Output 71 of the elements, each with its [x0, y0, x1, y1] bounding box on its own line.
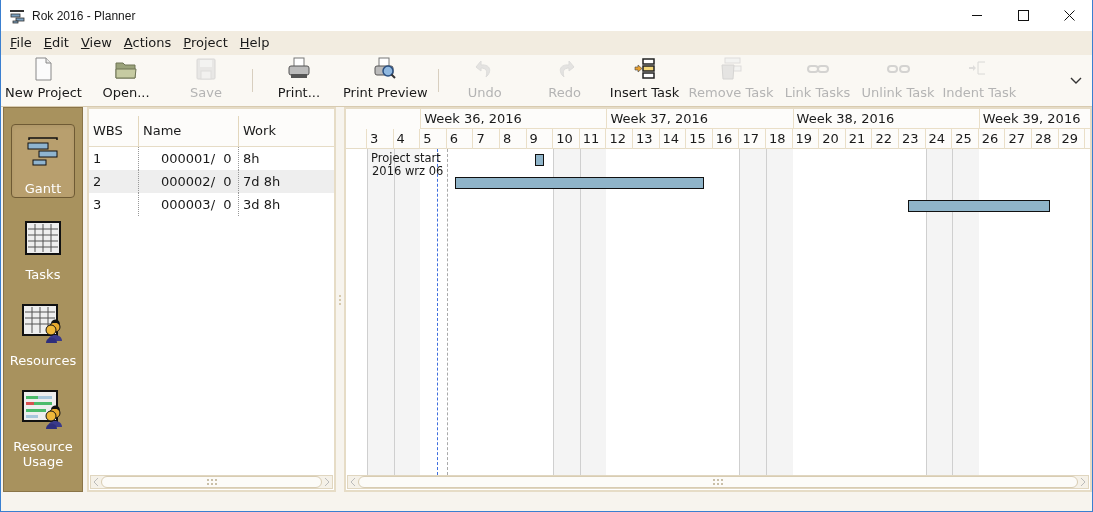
day-header: 5 — [420, 129, 447, 149]
scroll-left-icon — [348, 476, 358, 488]
task-bar[interactable] — [455, 177, 704, 189]
week-header: Week 37, 2016 — [606, 109, 793, 129]
table-cell-text: 3d 8h — [242, 195, 282, 214]
day-header: 29 — [1058, 129, 1086, 149]
menu-item[interactable]: Actions — [118, 33, 177, 53]
grip-icon — [713, 479, 723, 485]
resource-usage-icon — [21, 389, 65, 431]
toolbar-button[interactable]: New Project — [1, 55, 86, 106]
column-header[interactable]: Work — [239, 116, 334, 146]
table-cell-text: 8h — [242, 149, 261, 168]
horizontal-scrollbar[interactable] — [347, 475, 1089, 489]
table-cell: 3 — [89, 193, 139, 216]
toolbar-button[interactable]: Insert Task — [604, 55, 685, 106]
maximize-icon — [1017, 10, 1029, 21]
day-header: 13 — [633, 129, 660, 149]
table-cell-text: 7d 8h — [242, 172, 282, 191]
close-icon — [1063, 10, 1075, 21]
window-title: Rok 2016 - Planner — [32, 7, 136, 25]
day-header: 28 — [1032, 129, 1059, 149]
table-row[interactable]: 2 000002/ 0 7d 8h — [89, 170, 334, 193]
day-header: 20 — [819, 129, 846, 149]
day-header: 21 — [845, 129, 873, 149]
task-bar[interactable] — [535, 154, 545, 166]
grip-icon — [206, 479, 217, 485]
day-header: 15 — [686, 129, 713, 149]
day-header: 7 — [473, 129, 500, 149]
broken-chain-icon — [886, 64, 910, 73]
gantt-icon — [25, 137, 61, 167]
menu-item[interactable]: File — [5, 33, 37, 53]
toolbar-button[interactable]: Open... — [85, 55, 166, 106]
horizontal-scrollbar[interactable] — [90, 475, 333, 489]
task-bar[interactable] — [908, 200, 1051, 212]
scrollbar-thumb[interactable] — [101, 476, 322, 488]
trash-icon — [719, 56, 744, 81]
day-header: 8 — [500, 129, 527, 149]
day-header: 27 — [1005, 129, 1032, 149]
column-header[interactable]: Name — [139, 116, 239, 146]
week-header: Week 39, 2016 — [978, 109, 1090, 129]
project-start-date: 2016 wrz 06 — [372, 165, 444, 178]
scrollbar-thumb[interactable] — [358, 476, 1078, 488]
day-header: 14 — [659, 129, 687, 149]
toolbar-button[interactable]: Print... — [258, 55, 339, 106]
chevron-down-icon — [1070, 76, 1082, 85]
menu-item[interactable]: View — [75, 33, 117, 53]
week-header: Week 38, 2016 — [792, 109, 979, 129]
toolbar-button[interactable]: Print Preview — [338, 55, 432, 106]
chain-icon — [806, 64, 829, 73]
menu-item[interactable]: Edit — [38, 33, 74, 53]
resources-icon — [21, 303, 65, 345]
column-header[interactable]: WBS — [89, 116, 139, 146]
save-icon — [193, 56, 218, 81]
app-icon — [8, 7, 26, 24]
day-header: 16 — [712, 129, 740, 149]
scroll-right-icon — [322, 476, 332, 488]
day-header: 26 — [978, 129, 1006, 149]
day-header: 6 — [446, 129, 474, 149]
scroll-left-icon — [91, 476, 101, 488]
menu-item[interactable]: Project — [178, 33, 233, 53]
day-header: 9 — [526, 129, 554, 149]
day-header: 23 — [899, 129, 926, 149]
day-header: 12 — [606, 129, 633, 149]
day-header: 22 — [872, 129, 899, 149]
scroll-right-icon — [1078, 476, 1088, 488]
menu-item[interactable]: Help — [234, 33, 275, 53]
week-header: Week 36, 2016 — [420, 109, 607, 129]
day-header: 19 — [792, 129, 820, 149]
table-cell: 000003/ 0 — [139, 193, 239, 216]
table-icon — [24, 220, 62, 256]
project-start-label: Project start — [371, 152, 441, 165]
